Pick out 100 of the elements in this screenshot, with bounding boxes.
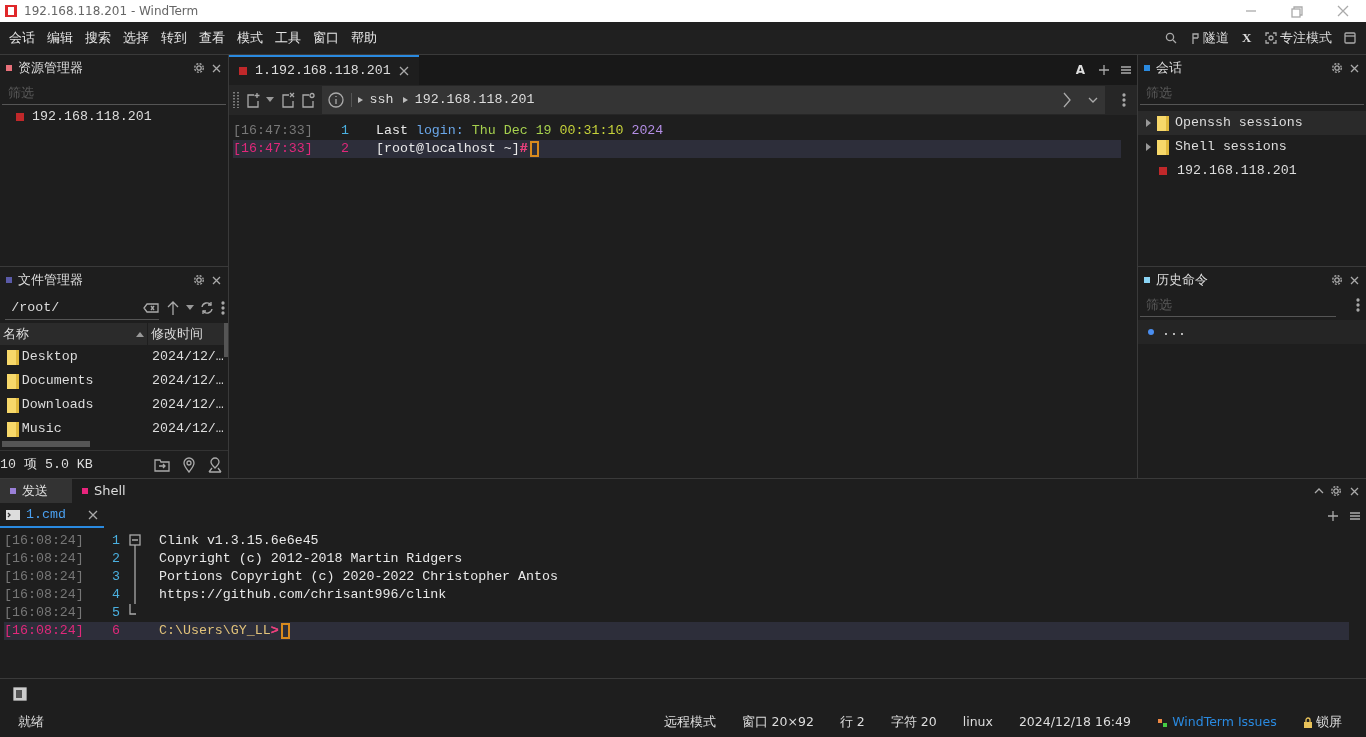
file-name[interactable]: Documents	[21, 371, 94, 391]
clear-icon[interactable]	[142, 302, 159, 313]
file-name[interactable]: Downloads	[21, 395, 94, 415]
line-number: 6	[112, 622, 121, 641]
timestamp: [16:08:24]	[4, 568, 85, 587]
file-name[interactable]: Music	[21, 419, 62, 439]
status-item[interactable]: 字符 20	[890, 713, 937, 732]
panel-tab[interactable]: Shell	[72, 479, 144, 503]
settings-icon[interactable]	[193, 62, 205, 74]
history-item[interactable]: ...	[1138, 320, 1366, 345]
menu-item[interactable]: 帮助	[345, 28, 384, 48]
menu-item[interactable]: 选择	[117, 28, 156, 48]
tree-item[interactable]: 192.168.118.201	[0, 105, 228, 129]
more-icon[interactable]	[220, 301, 225, 315]
new-tab-icon[interactable]	[245, 92, 260, 108]
close-icon[interactable]	[88, 510, 98, 520]
column-header[interactable]: 修改时间	[148, 323, 224, 345]
settings-icon[interactable]	[1330, 485, 1342, 497]
settings-icon[interactable]	[193, 274, 205, 286]
breadcrumb-item[interactable]: 192.168.118.201	[414, 90, 535, 110]
close-icon[interactable]	[1349, 62, 1360, 74]
refresh-icon[interactable]	[200, 301, 215, 315]
menu-item[interactable]: 窗口	[307, 28, 346, 48]
more-icon[interactable]	[1355, 298, 1360, 312]
tunnel-button[interactable]: 隧道	[1189, 28, 1230, 48]
breadcrumb-item[interactable]: ssh	[369, 90, 394, 110]
settings-icon[interactable]	[1331, 62, 1343, 74]
file-name[interactable]: Desktop	[21, 347, 78, 367]
modified-date: 2024/12/…	[152, 348, 224, 367]
info-icon[interactable]	[328, 92, 344, 108]
menu-item[interactable]: 搜索	[79, 28, 118, 48]
status-item[interactable]: 远程模式	[663, 713, 716, 732]
terminal-tab[interactable]: 1.cmd	[0, 504, 104, 528]
terminal-text: C:\Users\GY_LL>	[159, 622, 279, 641]
folder-move-icon[interactable]	[153, 457, 170, 472]
column-header[interactable]: 名称	[0, 323, 148, 345]
duplicate-tab-icon[interactable]	[301, 92, 315, 108]
grip-icon[interactable]	[233, 91, 239, 109]
menu-item[interactable]: 工具	[269, 28, 308, 48]
focus-mode-button[interactable]: 专注模式	[1264, 28, 1332, 48]
chevron-down-icon[interactable]	[1088, 97, 1098, 103]
status-item[interactable]: 2024/12/18 16:49	[1018, 713, 1131, 732]
address-bar[interactable]: ssh 192.168.118.201	[321, 86, 1105, 114]
location-pin-icon[interactable]	[207, 456, 222, 473]
panel-tab[interactable]: 发送	[0, 479, 72, 503]
close-icon[interactable]	[399, 66, 409, 76]
panel-title: 历史命令	[1156, 271, 1208, 290]
menu-item[interactable]: 转到	[155, 28, 194, 48]
layout-icon[interactable]	[1344, 32, 1357, 44]
timestamp: [16:08:24]	[4, 532, 85, 551]
bullet-icon	[1148, 329, 1154, 336]
close-icon[interactable]	[1348, 485, 1360, 497]
timestamp: [16:47:33]	[233, 139, 314, 158]
font-button[interactable]: A	[1075, 61, 1085, 79]
expand-caret-icon[interactable]	[1146, 143, 1151, 151]
line-number: 5	[112, 604, 121, 623]
folder-icon	[1157, 115, 1169, 131]
session-icon	[16, 113, 24, 121]
chevron-right-icon[interactable]	[1061, 92, 1072, 108]
caret-icon[interactable]	[266, 97, 274, 103]
path-field[interactable]: /root/	[9, 296, 143, 319]
tree-item[interactable]: 192.168.118.201	[1138, 159, 1366, 183]
search-icon[interactable]	[1164, 32, 1177, 44]
location-pin-icon[interactable]	[182, 456, 195, 473]
close-tab-icon[interactable]	[280, 92, 295, 108]
lock-button[interactable]: 锁屏	[1302, 713, 1342, 732]
fold-icon[interactable]	[129, 532, 141, 551]
terminal-tab[interactable]: 1.192.168.118.201	[229, 55, 419, 85]
x-button[interactable]: X	[1242, 28, 1252, 48]
menu-icon[interactable]	[1121, 65, 1131, 75]
folder-icon	[6, 373, 19, 389]
status-item[interactable]: linux	[962, 713, 993, 732]
caret-icon[interactable]	[185, 305, 194, 311]
close-icon[interactable]	[211, 274, 222, 286]
menu-icon[interactable]	[1350, 511, 1360, 521]
horizontal-scrollbar[interactable]	[2, 441, 90, 447]
line-number: 1	[112, 532, 121, 551]
close-icon[interactable]	[211, 62, 222, 74]
lock-icon	[1302, 716, 1313, 729]
add-icon[interactable]	[1099, 65, 1109, 75]
tree-item[interactable]: Shell sessions	[1138, 135, 1366, 159]
tree-item[interactable]: Openssh sessions	[1138, 111, 1366, 135]
menu-item[interactable]: 编辑	[41, 28, 80, 48]
menu-item[interactable]: 模式	[231, 28, 270, 48]
chevron-up-icon[interactable]	[1313, 488, 1324, 494]
up-arrow-icon[interactable]	[167, 300, 180, 316]
settings-icon[interactable]	[1331, 274, 1343, 286]
pane-icon[interactable]	[13, 687, 27, 701]
close-icon[interactable]	[1349, 274, 1360, 286]
status-item[interactable]: 窗口 20×92	[741, 713, 814, 732]
line-number: 1	[341, 121, 350, 140]
menu-item[interactable]: 查看	[193, 28, 232, 48]
menu-item[interactable]: 会话	[3, 28, 42, 48]
more-icon[interactable]	[1122, 93, 1126, 107]
expand-caret-icon[interactable]	[1146, 119, 1151, 127]
issues-link[interactable]: WindTerm Issues	[1156, 713, 1277, 732]
file-summary: 10 项 5.0 KB	[0, 455, 94, 474]
timestamp: [16:08:24]	[4, 586, 85, 605]
add-icon[interactable]	[1328, 511, 1338, 521]
status-item[interactable]: 行 2	[839, 713, 865, 732]
